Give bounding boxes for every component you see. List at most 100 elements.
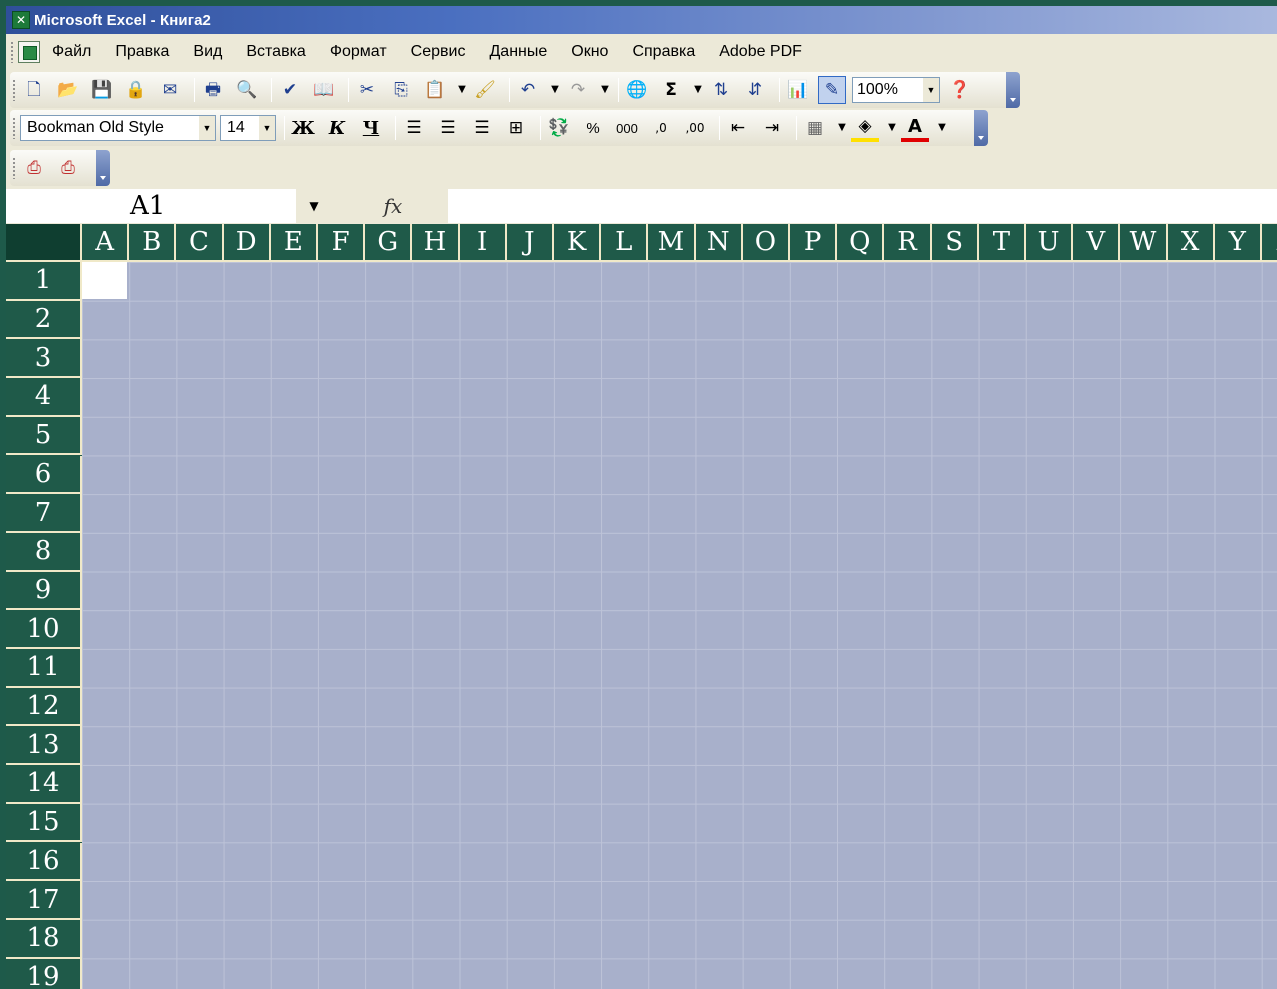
chevron-down-icon[interactable]: ▼ (259, 116, 275, 140)
column-header[interactable]: U (1026, 224, 1074, 262)
workbook-icon[interactable] (18, 41, 40, 63)
row-header[interactable]: 10 (6, 610, 82, 649)
row-header[interactable]: 7 (6, 494, 82, 533)
undo-icon[interactable]: ↶ (514, 76, 542, 104)
paste-dropdown-icon[interactable]: ▼ (455, 76, 469, 104)
redo-dropdown-icon[interactable]: ▼ (598, 76, 612, 104)
toolbar-grip[interactable] (12, 157, 16, 179)
print-preview-icon[interactable]: 🔍 (233, 76, 261, 104)
column-header[interactable]: M (648, 224, 696, 262)
thousands-separator-button[interactable]: 000 (613, 114, 641, 142)
sort-ascending-icon[interactable]: ⇅ (707, 76, 735, 104)
merge-center-icon[interactable]: ⊞ (502, 114, 530, 142)
font-color-dropdown-icon[interactable]: ▼ (935, 114, 949, 142)
column-header[interactable]: C (176, 224, 224, 262)
increase-indent-icon[interactable]: ⇥ (758, 114, 786, 142)
column-header[interactable]: R (884, 224, 932, 262)
cut-icon[interactable]: ✂ (353, 76, 381, 104)
menu-adobe-pdf[interactable]: Adobe PDF (719, 43, 802, 61)
menu-file[interactable]: Файл (52, 43, 91, 61)
align-right-icon[interactable]: ☰ (468, 114, 496, 142)
borders-icon[interactable]: ▦ (801, 114, 829, 142)
row-header[interactable]: 4 (6, 378, 82, 417)
row-header[interactable]: 9 (6, 571, 82, 611)
convert-and-email-pdf-icon[interactable]: ⎙ (54, 154, 82, 182)
menu-window[interactable]: Окно (571, 43, 608, 61)
column-header[interactable]: E (270, 224, 318, 262)
print-icon[interactable]: 🖶 (199, 76, 227, 104)
align-left-icon[interactable]: ☰ (400, 114, 428, 142)
column-header[interactable]: Q (837, 224, 885, 262)
toolbar-options-icon[interactable] (96, 150, 110, 186)
align-center-icon[interactable]: ☰ (434, 114, 462, 142)
active-cell[interactable] (82, 262, 127, 299)
column-header[interactable]: N (695, 224, 743, 262)
column-header[interactable]: Z (1262, 224, 1277, 262)
toolbar-grip[interactable] (12, 117, 16, 139)
row-header[interactable]: 1 (6, 262, 82, 301)
menu-data[interactable]: Данные (489, 43, 547, 61)
chevron-down-icon[interactable]: ▼ (199, 116, 215, 140)
convert-to-pdf-icon[interactable]: ⎙ (20, 154, 48, 182)
column-header[interactable]: B (129, 224, 177, 262)
insert-function-icon[interactable]: fx (338, 194, 448, 218)
column-header[interactable]: V (1073, 224, 1121, 262)
decrease-decimal-icon[interactable]: ,00 (681, 114, 709, 142)
menu-view[interactable]: Вид (193, 43, 222, 61)
research-icon[interactable]: 📖 (310, 76, 338, 104)
row-header[interactable]: 8 (6, 532, 82, 572)
formula-input[interactable] (448, 189, 1277, 223)
column-header[interactable]: W (1120, 224, 1168, 262)
font-name-select[interactable]: Bookman Old Style ▼ (20, 115, 216, 141)
borders-dropdown-icon[interactable]: ▼ (835, 114, 849, 142)
fill-color-icon[interactable]: ◈ (851, 114, 879, 142)
column-header[interactable]: A (82, 224, 130, 262)
row-header[interactable]: 3 (6, 339, 82, 379)
font-color-icon[interactable]: A (901, 114, 929, 142)
row-header[interactable]: 11 (6, 649, 82, 688)
open-folder-icon[interactable]: 📂 (54, 76, 82, 104)
row-header[interactable]: 16 (6, 842, 82, 882)
row-header[interactable]: 2 (6, 300, 82, 340)
menu-help[interactable]: Справка (632, 43, 695, 61)
permission-icon[interactable]: 🔒 (122, 76, 150, 104)
chevron-down-icon[interactable]: ▼ (923, 78, 939, 102)
help-icon[interactable]: ❓ (946, 76, 974, 104)
font-size-select[interactable]: 14 ▼ (220, 115, 276, 141)
currency-icon[interactable]: 💱 (545, 114, 573, 142)
paste-icon[interactable]: 📋 (421, 76, 449, 104)
new-document-icon[interactable]: 🗋 (20, 76, 48, 104)
column-header[interactable]: X (1167, 224, 1215, 262)
column-header[interactable]: T (978, 224, 1026, 262)
column-header[interactable]: L (601, 224, 649, 262)
italic-button[interactable]: К (323, 114, 351, 142)
chevron-down-icon[interactable]: ▼ (296, 189, 332, 223)
column-header[interactable]: F (318, 224, 366, 262)
column-header[interactable]: P (790, 224, 838, 262)
redo-icon[interactable]: ↷ (564, 76, 592, 104)
underline-button[interactable]: Ч (357, 114, 385, 142)
column-header[interactable]: S (931, 224, 979, 262)
column-header[interactable]: K (554, 224, 602, 262)
autosum-dropdown-icon[interactable]: ▼ (691, 76, 705, 104)
drawing-icon[interactable]: ✎ (818, 76, 846, 104)
row-header[interactable]: 15 (6, 803, 82, 843)
column-header[interactable]: G (365, 224, 413, 262)
row-header[interactable]: 5 (6, 416, 82, 456)
autosum-icon[interactable]: Σ (657, 76, 685, 104)
column-header[interactable]: H (412, 224, 460, 262)
toolbar-options-icon[interactable] (974, 110, 988, 146)
fill-color-dropdown-icon[interactable]: ▼ (885, 114, 899, 142)
title-bar[interactable]: ✕ Microsoft Excel - Книга2 (6, 6, 1277, 34)
undo-dropdown-icon[interactable]: ▼ (548, 76, 562, 104)
toolbar-grip[interactable] (12, 79, 16, 101)
menu-bar-grip[interactable] (10, 41, 14, 63)
row-header[interactable]: 19 (6, 958, 82, 989)
row-header[interactable]: 13 (6, 726, 82, 766)
hyperlink-icon[interactable]: 🌐 (623, 76, 651, 104)
menu-edit[interactable]: Правка (115, 43, 169, 61)
name-box[interactable]: A1 (6, 189, 296, 223)
chart-wizard-icon[interactable]: 📊 (784, 76, 812, 104)
menu-format[interactable]: Формат (330, 43, 387, 61)
column-header[interactable]: I (459, 224, 507, 262)
